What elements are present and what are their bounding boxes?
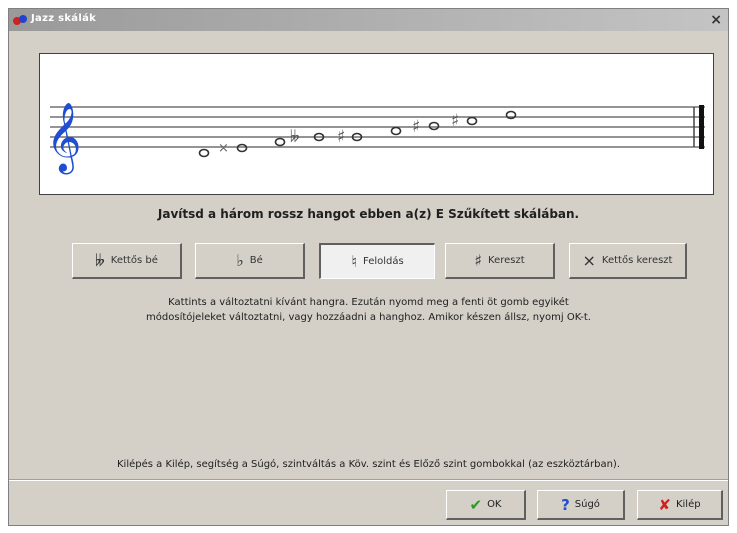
double-flat-label: Kettős bé	[110, 255, 158, 266]
question-icon: ?	[561, 495, 570, 514]
scale-notes[interactable]: × 𝄫 ♯ ♯ ♯	[198, 110, 517, 158]
music-staff: 𝄞 × 𝄫 ♯ ♯ ♯	[46, 102, 705, 174]
sharp-icon: ♯	[474, 251, 483, 270]
double-sharp-label: Kettős kereszt	[601, 255, 673, 266]
note-2	[236, 143, 248, 153]
help-text: Kattints a változtatni kívánt hangra. Ez…	[49, 295, 688, 325]
sharp-accidental-1: ♯	[337, 127, 345, 147]
natural-button[interactable]: ♮ Feloldás	[319, 243, 435, 279]
sharp-button[interactable]: ♯ Kereszt	[445, 243, 555, 279]
natural-label: Feloldás	[363, 256, 404, 267]
exit-button[interactable]: ✘ Kilép	[637, 490, 723, 520]
sharp-label: Kereszt	[488, 255, 525, 266]
check-icon: ✔	[469, 495, 483, 514]
flat-icon: ♭	[236, 251, 244, 270]
help-line-1: Kattints a változtatni kívánt hangra. Ez…	[168, 297, 569, 308]
double-sharp-button[interactable]: × Kettős kereszt	[569, 243, 687, 279]
ok-label: OK	[487, 499, 502, 510]
double-flat-icon: 𝄫	[95, 250, 105, 270]
dialog-window: Jazz skálák × 𝄞 × 𝄫 ♯ ♯ ♯ Javítsd a háro…	[8, 8, 729, 526]
footer-hint: Kilépés a Kilép, segítség a Súgó, szintv…	[116, 459, 621, 470]
treble-clef-icon: 𝄞	[46, 102, 81, 174]
help-line-2: módosítójeleket változtatni, vagy hozzáa…	[146, 312, 591, 323]
natural-icon: ♮	[351, 252, 357, 271]
double-sharp-accidental: ×	[218, 141, 229, 156]
x-icon: ✘	[658, 495, 671, 514]
note-6	[390, 126, 402, 136]
instruction-text: Javítsd a három rossz hangot ebben a(z) …	[157, 207, 580, 221]
double-flat-accidental: 𝄫	[290, 127, 300, 146]
note-3	[274, 137, 286, 147]
title-bar: Jazz skálák ×	[9, 9, 728, 31]
double-flat-button[interactable]: 𝄫 Kettős bé	[72, 243, 182, 279]
help-label: Súgó	[574, 499, 600, 510]
note-8	[466, 116, 478, 126]
sharp-accidental-2: ♯	[412, 117, 420, 137]
flat-button[interactable]: ♭ Bé	[195, 243, 305, 279]
note-1	[198, 148, 210, 158]
app-icon	[13, 15, 27, 25]
double-sharp-icon: ×	[582, 251, 596, 270]
note-7	[428, 121, 440, 131]
staff-panel: 𝄞 × 𝄫 ♯ ♯ ♯	[39, 53, 714, 195]
sharp-accidental-3: ♯	[451, 111, 459, 131]
separator	[9, 479, 728, 481]
exit-label: Kilép	[675, 499, 701, 510]
svg-text:𝄞: 𝄞	[46, 102, 81, 174]
window-title: Jazz skálák	[31, 13, 97, 24]
ok-button[interactable]: ✔ OK	[446, 490, 526, 520]
flat-label: Bé	[249, 255, 263, 266]
help-button[interactable]: ? Súgó	[537, 490, 625, 520]
close-icon[interactable]: ×	[710, 12, 722, 28]
